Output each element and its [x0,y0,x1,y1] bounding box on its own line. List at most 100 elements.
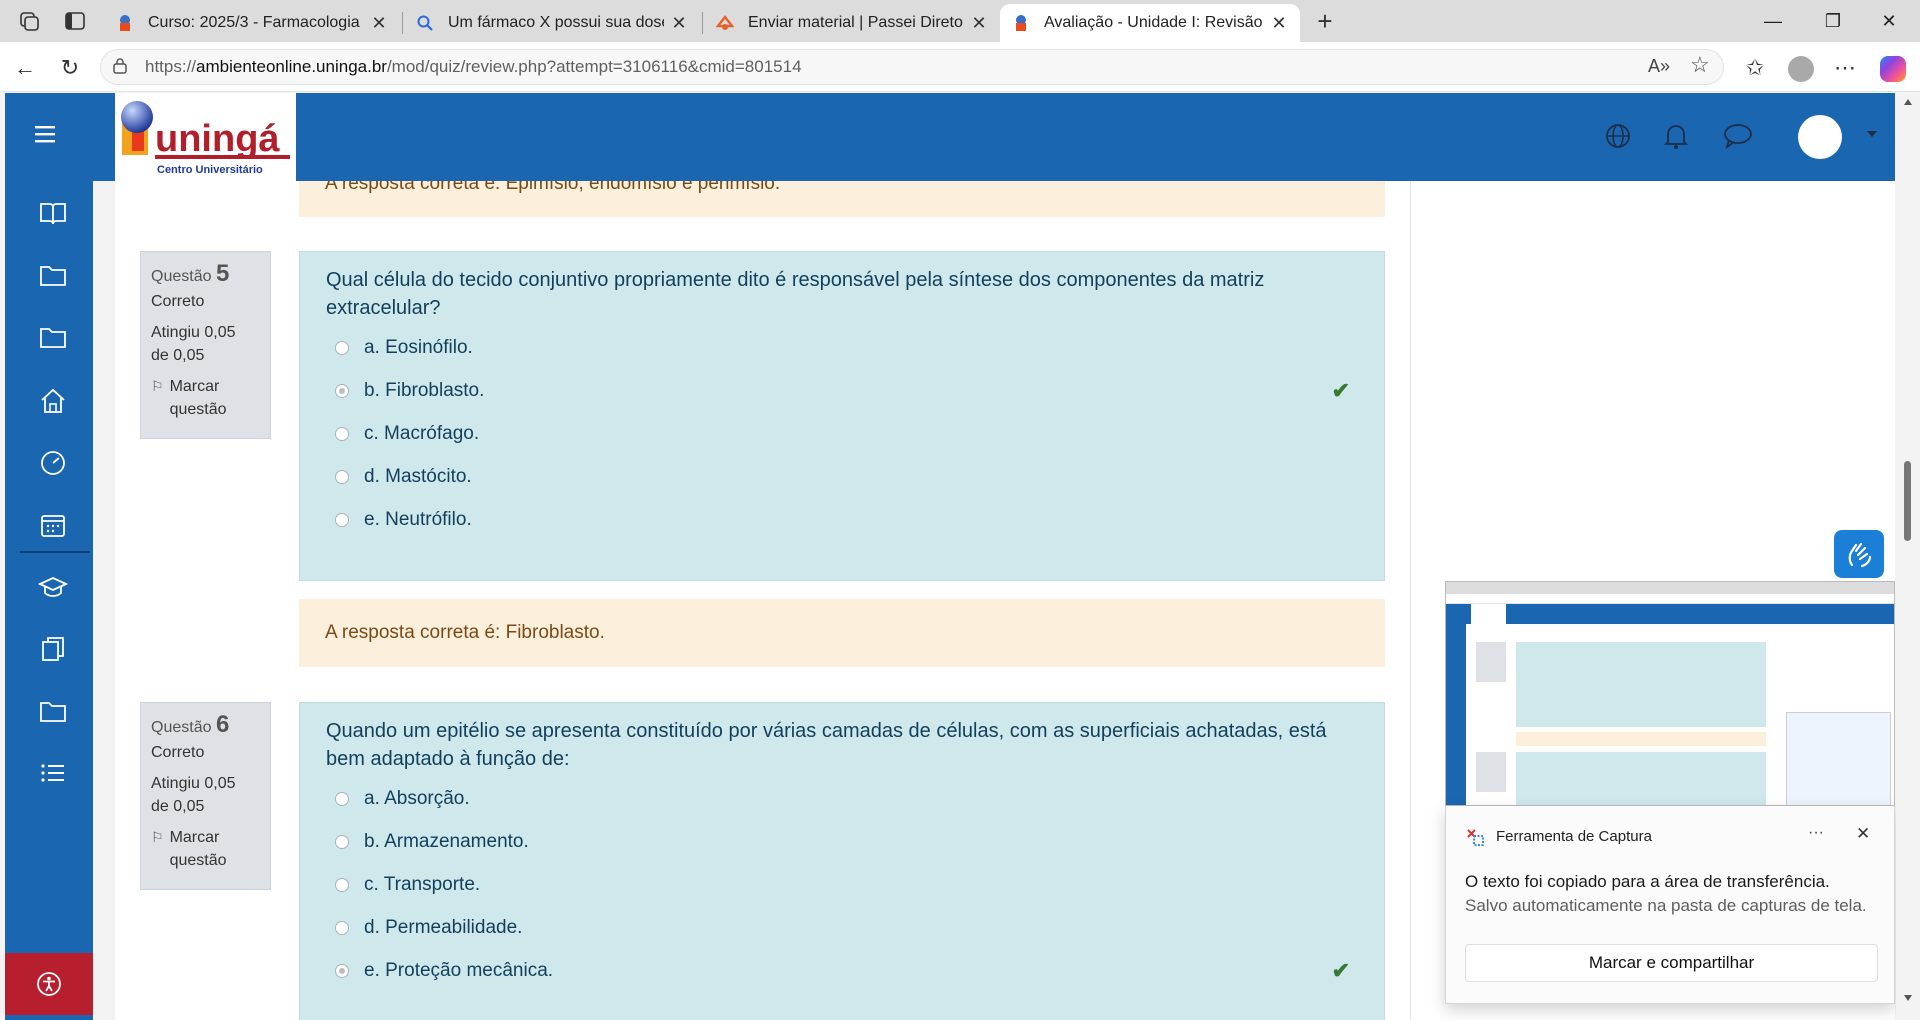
new-tab-button[interactable]: + [1310,6,1340,36]
accessibility-button[interactable] [5,953,93,1015]
correct-checkmark-icon: ✔ [1331,958,1350,983]
home-icon[interactable] [38,386,68,416]
read-aloud-icon[interactable]: A» [1648,56,1670,77]
answer-option[interactable]: b. Armazenamento. [335,829,529,855]
notification-more-icon[interactable]: ··· [1808,824,1824,842]
question-number: Questão 6 [151,713,260,739]
notification-app-name: Ferramenta de Captura [1496,828,1652,845]
screenshot-thumbnail[interactable] [1445,581,1895,806]
option-label: e. Neutrófilo. [364,509,472,530]
close-tab-icon[interactable]: ✕ [370,13,388,34]
notifications-bell-icon[interactable] [1663,122,1689,150]
back-icon[interactable]: ← [10,55,40,81]
answer-option[interactable]: c. Macrófago. [335,421,479,447]
question-number-value: 6 [215,711,230,738]
sign-language-button[interactable] [1834,530,1884,578]
favorites-icon[interactable]: ✩ [1740,55,1770,81]
browser-tab-4[interactable]: Avaliação - Unidade I: Revisão da ✕ [1000,4,1300,42]
scrollbar-thumb[interactable] [1904,461,1911,541]
mark-and-share-button[interactable]: Marcar e compartilhar [1465,944,1878,982]
content-bank-icon[interactable] [38,634,68,664]
profile-icon[interactable] [1788,56,1814,82]
menu-toggle-icon[interactable] [35,125,57,143]
radio-button[interactable] [335,513,349,527]
notification-close-icon[interactable]: ✕ [1856,824,1870,844]
favorite-star-icon[interactable]: ☆ [1690,52,1710,78]
close-tab-icon[interactable]: ✕ [670,13,688,34]
accessibility-icon [37,972,61,996]
option-label: a. Absorção. [364,788,470,809]
close-tab-icon[interactable]: ✕ [1270,13,1288,34]
flag-icon: ⚐ [151,378,164,394]
folder-icon[interactable] [38,322,68,352]
option-label: c. Macrófago. [364,423,480,444]
radio-button[interactable] [335,878,349,892]
browser-tab-1[interactable]: Curso: 2025/3 - Farmacologia Vet ✕ [104,4,400,42]
radio-button[interactable] [335,921,349,935]
refresh-icon[interactable]: ↻ [55,55,85,81]
uninga-favicon-icon [1012,14,1030,32]
search-favicon-icon [416,14,434,32]
url-field[interactable]: https://ambienteonline.uninga.br/mod/qui… [100,49,1724,85]
messages-chat-icon[interactable] [1723,123,1753,150]
radio-button[interactable] [335,792,349,806]
correct-checkmark-icon: ✔ [1331,378,1350,403]
passei-direto-favicon-icon [715,14,735,32]
scroll-down-icon[interactable] [1904,995,1912,1001]
minimize-button[interactable]: — [1750,0,1796,42]
restore-button[interactable]: ❐ [1810,0,1856,42]
question-text: Quando um epitélio se apresenta constitu… [326,720,1327,770]
notification-message: O texto foi copiado para a área de trans… [1465,872,1830,891]
folder-icon[interactable] [38,696,68,726]
question-grade: Atingiu 0,05 de 0,05 [151,775,236,815]
answer-option[interactable]: a. Absorção. [335,786,470,812]
flag-question-link[interactable]: ⚐ Marcar questão [151,826,260,872]
workspaces-icon[interactable] [18,10,40,32]
radio-button-selected[interactable] [335,384,349,398]
answer-option[interactable]: c. Transporte. [335,872,480,898]
radio-button[interactable] [335,835,349,849]
flag-icon: ⚐ [151,829,164,845]
answer-option[interactable]: d. Permeabilidade. [335,915,522,941]
option-label: c. Transporte. [364,874,481,895]
site-info-icon[interactable] [112,58,128,74]
question-info-5: Questão 5 Correto Atingiu 0,05 de 0,05 ⚐… [140,251,271,439]
browser-tab-3[interactable]: Enviar material | Passei Direto ✕ [704,4,1000,42]
close-tab-icon[interactable]: ✕ [970,13,988,34]
tab-title: Um fármaco X possui sua dose de [448,14,664,31]
tab-title: Curso: 2025/3 - Farmacologia Vet [148,14,364,31]
vertical-tabs-icon[interactable] [64,10,86,32]
browser-tab-2[interactable]: Um fármaco X possui sua dose de ✕ [404,4,700,42]
close-window-button[interactable]: ✕ [1866,0,1912,42]
previous-answer-text: A resposta correta é: Epimísio, endomísi… [325,181,781,194]
answer-option[interactable]: e. Neutrófilo. [335,507,472,533]
question-text: Qual célula do tecido conjuntivo propria… [326,269,1265,319]
user-menu-chevron-down-icon[interactable] [1867,131,1877,137]
scroll-up-icon[interactable] [1904,99,1912,105]
radio-button[interactable] [335,470,349,484]
language-globe-icon[interactable] [1605,123,1631,149]
user-avatar[interactable] [1798,115,1842,159]
calendar-icon[interactable] [38,510,68,540]
flag-question-link[interactable]: ⚐ Marcar questão [151,375,260,421]
snipping-tool-notification: Ferramenta de Captura ··· ✕ O texto foi … [1445,806,1895,1004]
copilot-icon[interactable] [1880,56,1906,82]
correct-answer-feedback: A resposta correta é: Fibroblasto. [299,599,1385,667]
dashboard-gauge-icon[interactable] [38,448,68,478]
question-box-5: Qual célula do tecido conjuntivo propria… [299,251,1385,581]
answer-option[interactable]: e. Proteção mecânica. [335,958,553,984]
radio-button-selected[interactable] [335,964,349,978]
graduation-cap-icon[interactable] [37,572,69,602]
folder-icon[interactable] [38,260,68,290]
uninga-logo[interactable]: uningá Centro Universitário [115,93,296,181]
radio-button[interactable] [335,427,349,441]
answer-option[interactable]: b. Fibroblasto. [335,378,484,404]
page-scrollbar[interactable] [1896,93,1920,1020]
list-icon[interactable] [38,758,68,788]
option-label: d. Mastócito. [364,466,472,487]
answer-option[interactable]: a. Eosinófilo. [335,335,473,361]
answer-option[interactable]: d. Mastócito. [335,464,472,490]
course-book-icon[interactable] [38,198,68,228]
radio-button[interactable] [335,341,349,355]
more-icon[interactable]: ⋯ [1830,55,1860,81]
